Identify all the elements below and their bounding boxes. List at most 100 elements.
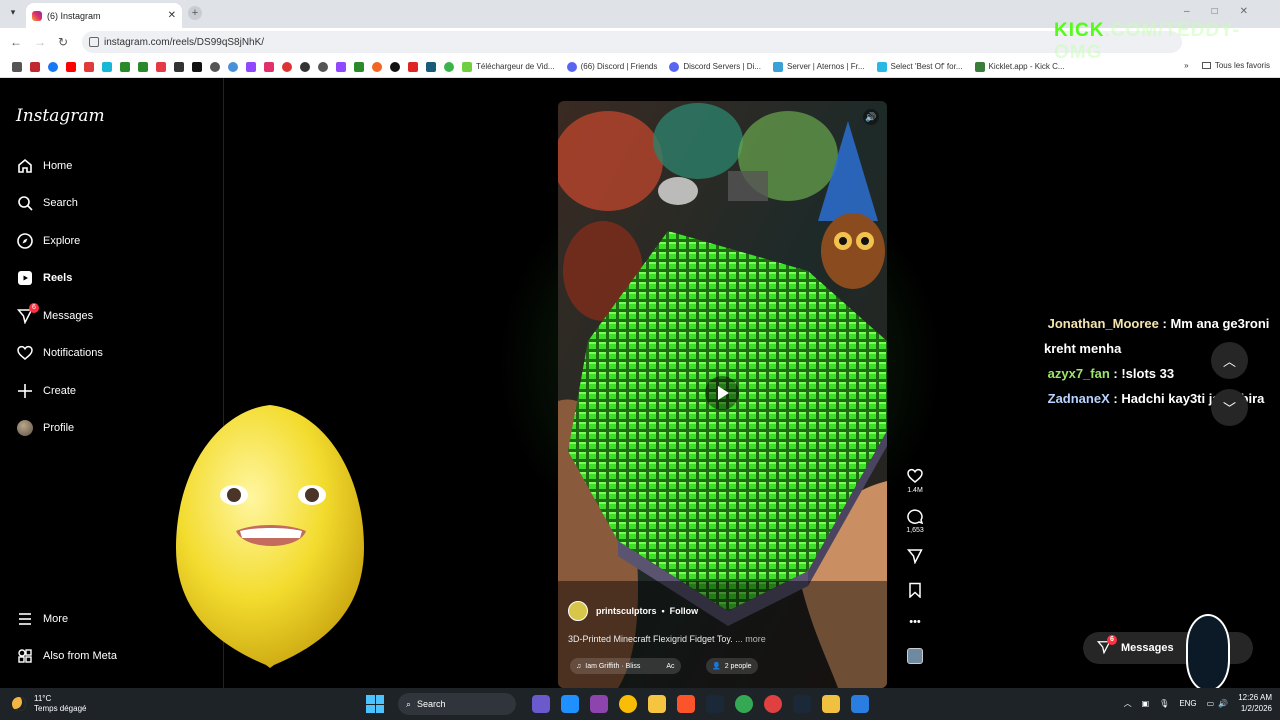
sidebar-item-reels[interactable]: Reels — [16, 268, 72, 288]
new-tab-button[interactable]: + — [188, 6, 202, 20]
next-reel-button[interactable]: ﹀ — [1211, 389, 1248, 426]
back-icon[interactable]: ← — [10, 35, 22, 49]
green-icon[interactable] — [444, 61, 454, 72]
previous-reel-button[interactable]: ︿ — [1211, 342, 1248, 379]
bookmark-5[interactable]: Kicklet.app - Kick C... — [971, 61, 1065, 72]
audio-pill[interactable]: ♫ Iam Griffith · Bliss Ac — [570, 658, 681, 674]
more-options-icon[interactable]: ••• — [900, 616, 930, 628]
follow-button[interactable]: Follow — [670, 606, 699, 616]
brave-app-icon[interactable] — [676, 695, 695, 713]
discord-app-icon[interactable] — [531, 695, 550, 713]
sidebar-item-also-from-meta[interactable]: Also from Meta — [16, 646, 117, 666]
tray-chevron-icon[interactable]: ︿ — [1124, 698, 1132, 709]
record-icon[interactable] — [390, 61, 400, 72]
bookmark-0[interactable]: Téléchargeur de Vid... — [458, 61, 555, 72]
browser-tab[interactable]: (6) Instagram ✕ — [26, 3, 182, 28]
volume-icon[interactable]: 🔊 — [1218, 699, 1228, 708]
reload-icon[interactable]: ↻ — [58, 35, 68, 49]
obs-app-icon[interactable] — [763, 695, 782, 713]
tab-close-icon[interactable]: ✕ — [168, 10, 176, 21]
window-controls[interactable]: –□✕ — [1184, 6, 1270, 17]
instagram-logo[interactable]: Instagram — [16, 106, 105, 126]
play-icon[interactable] — [705, 376, 739, 410]
forward-icon[interactable]: → — [34, 35, 46, 49]
author-avatar[interactable] — [568, 601, 588, 621]
apps-grid-icon[interactable] — [12, 61, 22, 72]
grid-icon[interactable] — [174, 61, 184, 72]
bookmark-2[interactable]: Discord Servers | Di... — [665, 61, 761, 72]
sidebar-item-create[interactable]: Create — [16, 381, 76, 401]
instagram-icon[interactable] — [264, 61, 274, 72]
tile-icon[interactable] — [426, 61, 436, 72]
sidebar-item-more[interactable]: More — [16, 609, 68, 629]
language-indicator[interactable]: ENG — [1179, 699, 1196, 708]
sidebar-item-home[interactable]: Home — [16, 156, 72, 176]
save-action[interactable] — [900, 582, 930, 599]
kicklet-icon — [974, 61, 985, 72]
twitch2-icon[interactable] — [336, 61, 346, 72]
orange-icon[interactable] — [372, 61, 382, 72]
outlook-app-icon[interactable] — [560, 695, 579, 713]
tagged-people-pill[interactable]: 👤 2 people — [706, 658, 758, 674]
twitch-icon[interactable] — [246, 61, 256, 72]
share-action[interactable] — [900, 548, 930, 565]
steam-app-icon[interactable] — [705, 695, 724, 713]
chrome-app-icon[interactable] — [618, 695, 637, 713]
bookmark-1[interactable]: (66) Discord | Friends — [563, 61, 657, 72]
tab-search-icon[interactable]: ▾ — [6, 7, 20, 21]
youtube-icon[interactable] — [66, 61, 76, 72]
pin-icon[interactable] — [300, 61, 310, 72]
bookmark-icon[interactable] — [30, 61, 40, 72]
bookmark-0-label: Téléchargeur de Vid... — [476, 62, 555, 71]
tiktok-icon[interactable] — [192, 61, 202, 72]
like-count: 1.4M — [907, 487, 923, 494]
clock[interactable]: 12:26 AM 1/2/2026 — [1238, 692, 1272, 714]
url-field[interactable]: instagram.com/reels/DS99qS8jNhK/ — [82, 31, 1182, 53]
heart-icon — [16, 344, 34, 362]
kick-alt-icon[interactable] — [138, 61, 148, 72]
sidebar-item-messages[interactable]: 6 Messages — [16, 303, 93, 326]
bookmark-3[interactable]: Server | Aternos | Fr... — [769, 61, 865, 72]
sidebar-item-explore[interactable]: Explore — [16, 231, 80, 251]
chat-user: ZadnaneX — [1047, 391, 1110, 406]
sidebar-item-search[interactable]: Search — [16, 193, 78, 213]
bookmark-4[interactable]: Select 'Best Of' for... — [873, 61, 963, 72]
huawei-icon[interactable] — [408, 61, 418, 72]
bestof-icon — [876, 61, 887, 72]
sync-icon[interactable] — [210, 61, 220, 72]
o-icon[interactable] — [282, 61, 292, 72]
steam2-app-icon[interactable] — [792, 695, 811, 713]
globe2-icon[interactable] — [318, 61, 328, 72]
file-explorer-icon[interactable] — [647, 695, 666, 713]
w-icon[interactable] — [102, 61, 112, 72]
chrome2-app-icon[interactable] — [734, 695, 753, 713]
reel-video[interactable]: 🔊 printsculptors • Follow 3D-Printed Min… — [558, 101, 887, 688]
messages-icon: 6 — [1096, 634, 1117, 657]
notepad-app-icon[interactable] — [821, 695, 840, 713]
copilot-app-icon[interactable] — [589, 695, 608, 713]
author-name[interactable]: printsculptors — [596, 606, 657, 616]
network-icon[interactable]: ▭ — [1207, 699, 1215, 708]
comment-action[interactable]: 1,653 — [900, 508, 930, 534]
caption-more-link[interactable]: ... more — [735, 634, 766, 644]
tray-app-icon[interactable]: ▣ — [1142, 699, 1150, 708]
weather-widget[interactable]: 11°C Temps dégagé — [12, 694, 86, 714]
microphone-icon[interactable]: 🎙 — [1159, 699, 1169, 708]
site-info-icon[interactable] — [89, 37, 99, 47]
gamepad-icon[interactable] — [156, 61, 166, 72]
kick2-icon[interactable] — [354, 61, 364, 72]
s-icon[interactable] — [84, 61, 94, 72]
sidebar-item-profile[interactable]: Profile — [16, 418, 74, 438]
audio-thumbnail[interactable] — [900, 648, 930, 664]
windows-start-icon[interactable] — [366, 695, 384, 713]
store-app-icon[interactable] — [850, 695, 869, 713]
facebook-icon[interactable] — [48, 61, 58, 72]
taskbar-search[interactable]: ⌕ Search — [398, 693, 516, 715]
music-note-icon: ♫ — [576, 662, 582, 670]
like-action[interactable]: 1.4M — [900, 468, 930, 494]
kick-icon[interactable] — [120, 61, 130, 72]
mute-icon[interactable]: 🔊 — [863, 109, 879, 125]
people-label: 2 people — [724, 662, 752, 670]
sidebar-item-notifications[interactable]: Notifications — [16, 343, 103, 363]
globe-icon[interactable] — [228, 61, 238, 72]
